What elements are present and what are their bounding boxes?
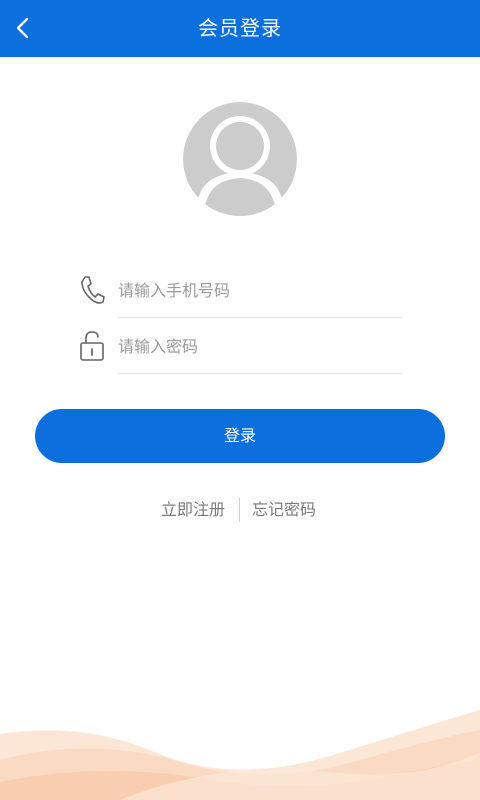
decorative-waves [0,700,480,800]
phone-icon [78,274,106,306]
page-title: 会员登录 [198,16,282,40]
phone-field [78,262,402,318]
user-avatar-placeholder-icon [183,102,297,216]
password-field [78,318,402,374]
app-header: 会员登录 [0,0,480,57]
password-underline [118,373,402,374]
phone-input[interactable] [118,272,402,308]
register-link[interactable]: 立即注册 [161,498,225,522]
links-divider [239,498,240,522]
password-input[interactable] [118,328,402,364]
login-button[interactable]: 登录 [35,409,445,463]
forgot-password-link[interactable]: 忘记密码 [252,498,316,522]
auth-links: 立即注册 忘记密码 [0,498,480,522]
lock-icon [78,330,106,362]
avatar [183,102,297,216]
